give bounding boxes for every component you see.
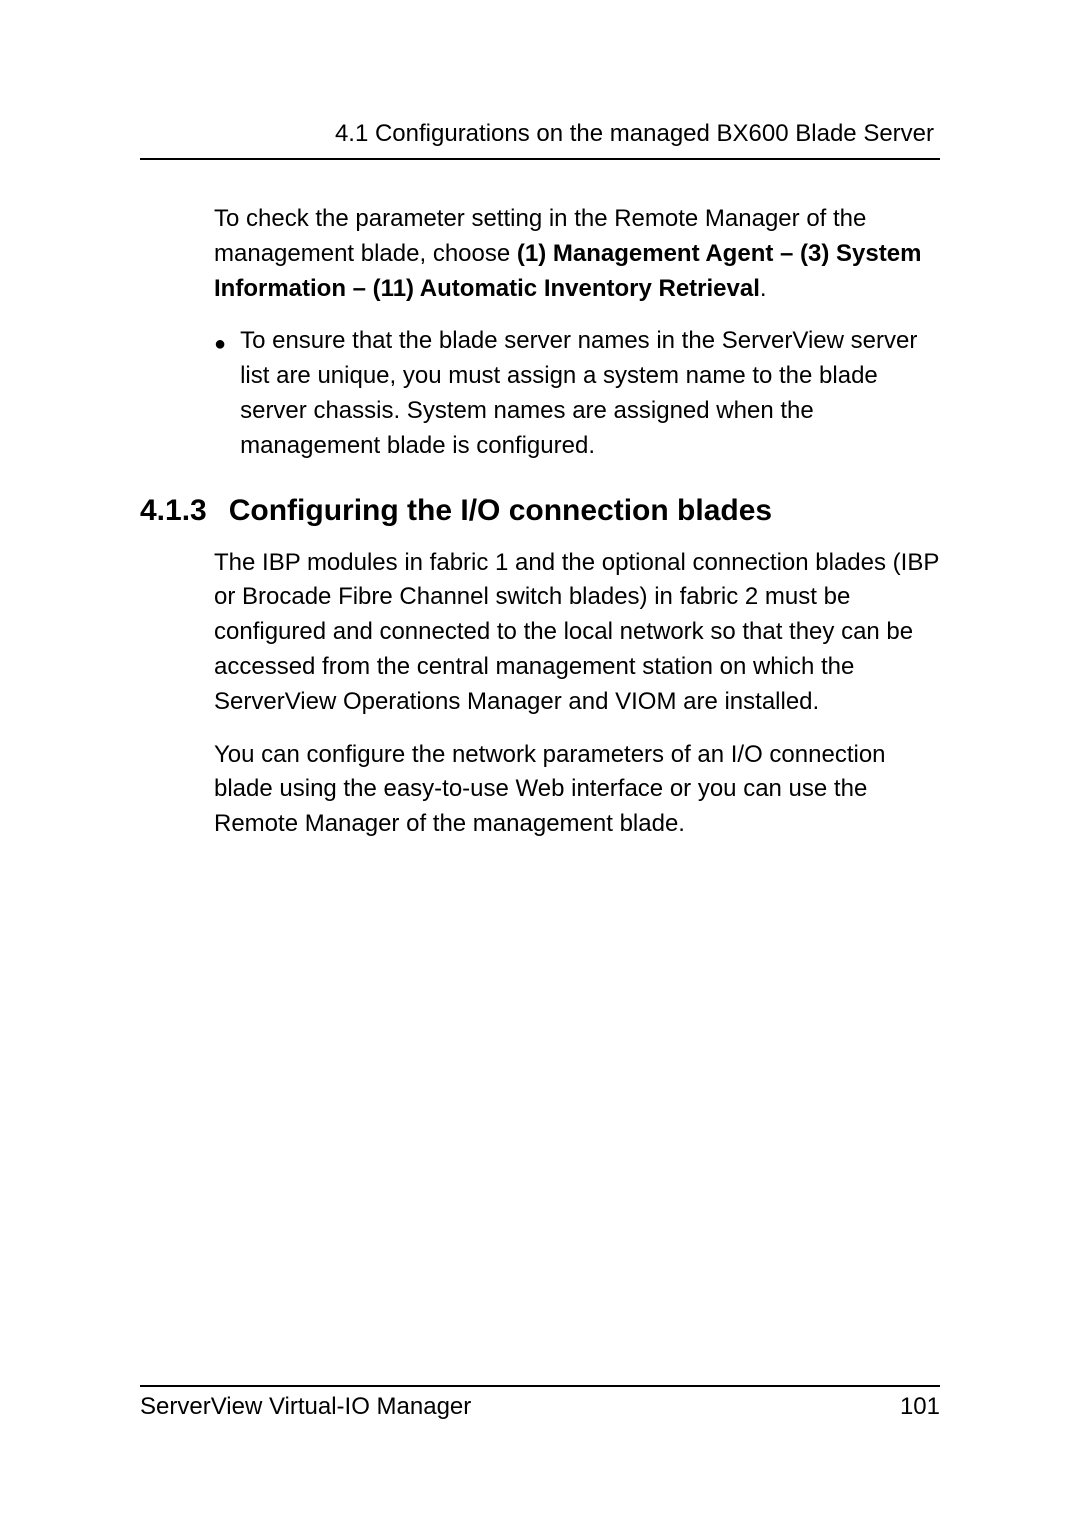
section-heading: 4.1.3 Configuring the I/O connection bla… bbox=[140, 494, 940, 528]
section-para-2: You can configure the network parameters… bbox=[214, 738, 940, 842]
footer: ServerView Virtual-IO Manager 101 bbox=[140, 1385, 940, 1421]
page: 4.1 Configurations on the managed BX600 … bbox=[0, 0, 1080, 1531]
running-head: 4.1 Configurations on the managed BX600 … bbox=[140, 120, 940, 148]
footer-row: ServerView Virtual-IO Manager 101 bbox=[140, 1393, 940, 1421]
bullet-text: To ensure that the blade server names in… bbox=[240, 324, 940, 463]
section-body: The IBP modules in fabric 1 and the opti… bbox=[140, 546, 940, 842]
bullet-dot-icon: ● bbox=[214, 324, 226, 463]
paragraph-intro: To check the parameter setting in the Re… bbox=[214, 202, 940, 306]
section-para-1: The IBP modules in fabric 1 and the opti… bbox=[214, 546, 940, 720]
section-number: 4.1.3 bbox=[140, 494, 207, 528]
footer-page-number: 101 bbox=[900, 1393, 940, 1421]
footer-left: ServerView Virtual-IO Manager bbox=[140, 1393, 471, 1421]
section-title: Configuring the I/O connection blades bbox=[229, 494, 772, 528]
header-rule bbox=[140, 158, 940, 160]
para1-part-b: . bbox=[760, 275, 767, 302]
body-block: To check the parameter setting in the Re… bbox=[140, 202, 940, 464]
bullet-item: ● To ensure that the blade server names … bbox=[214, 324, 940, 463]
footer-rule bbox=[140, 1385, 940, 1387]
